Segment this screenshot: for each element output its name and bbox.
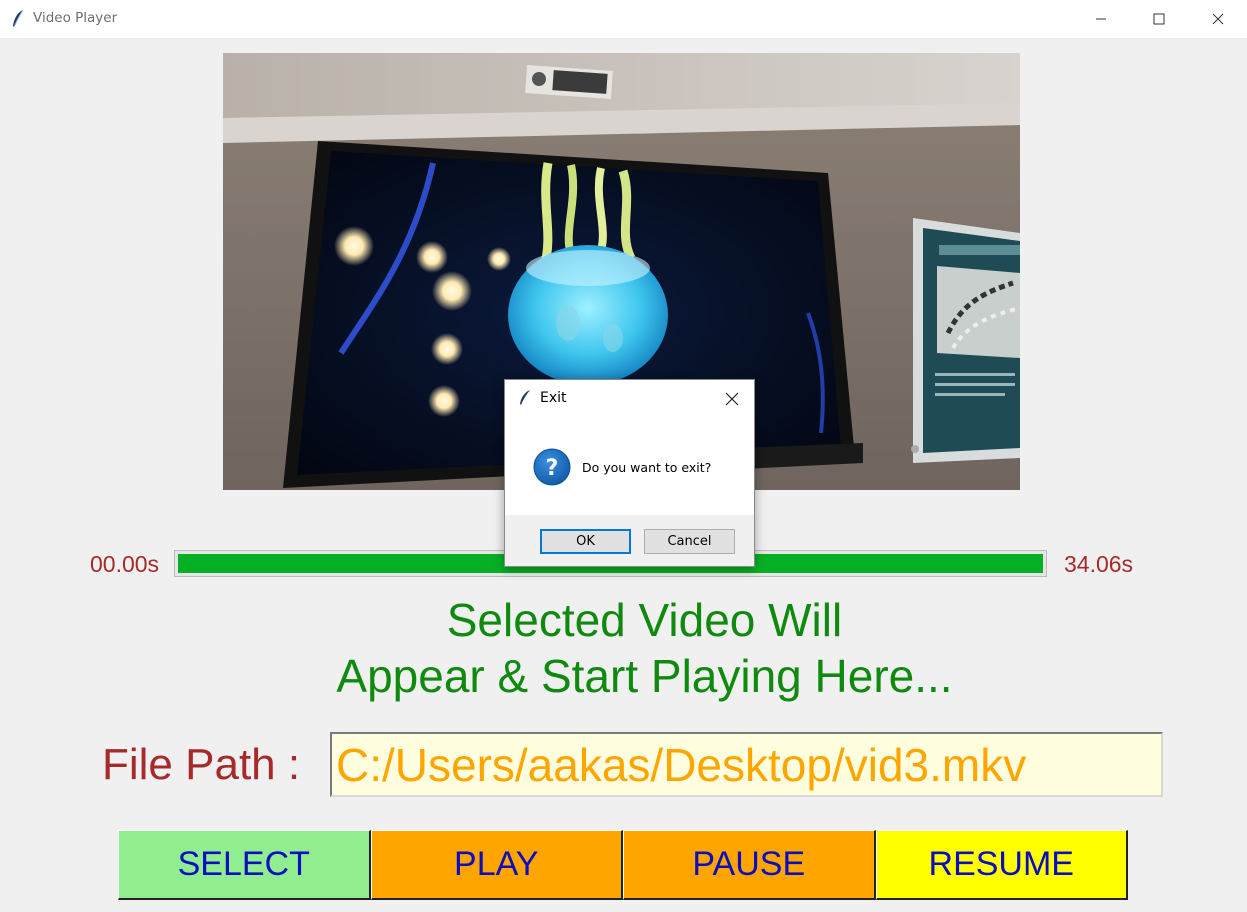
dialog-title: Exit [540, 390, 567, 406]
control-bar: SELECT PLAY PAUSE RESUME [118, 830, 1128, 900]
status-message-line1: Selected Video Will [446, 594, 843, 646]
file-path-label: File Path : [102, 740, 301, 789]
maximize-button[interactable] [1130, 0, 1188, 38]
title-bar: Video Player [0, 0, 1247, 38]
total-time: 34.06s [1064, 551, 1134, 577]
svg-text:?: ? [546, 456, 559, 481]
status-message: Selected Video Will Appear & Start Playi… [0, 592, 1247, 704]
select-button[interactable]: SELECT [118, 830, 371, 900]
minimize-icon [1096, 18, 1106, 20]
elapsed-time: 00.00s [90, 551, 160, 577]
dialog-message: Do you want to exit? [582, 460, 712, 475]
play-button[interactable]: PLAY [370, 830, 623, 900]
exit-dialog: Exit ? Do you want to exit? OK Cancel [504, 379, 755, 567]
cancel-button[interactable]: Cancel [644, 529, 735, 554]
question-icon: ? [533, 448, 571, 486]
file-path-input[interactable] [330, 732, 1163, 797]
ok-button[interactable]: OK [540, 529, 631, 554]
status-message-line2: Appear & Start Playing Here... [336, 650, 953, 702]
maximize-icon [1153, 13, 1165, 25]
minimize-button[interactable] [1072, 0, 1130, 38]
pause-button[interactable]: PAUSE [623, 830, 876, 900]
feather-icon [13, 9, 24, 27]
window-title: Video Player [33, 10, 118, 26]
close-icon[interactable] [723, 390, 741, 408]
close-icon [1212, 13, 1224, 25]
resume-button[interactable]: RESUME [875, 830, 1128, 900]
close-button[interactable] [1189, 0, 1247, 38]
feather-icon [520, 390, 530, 405]
